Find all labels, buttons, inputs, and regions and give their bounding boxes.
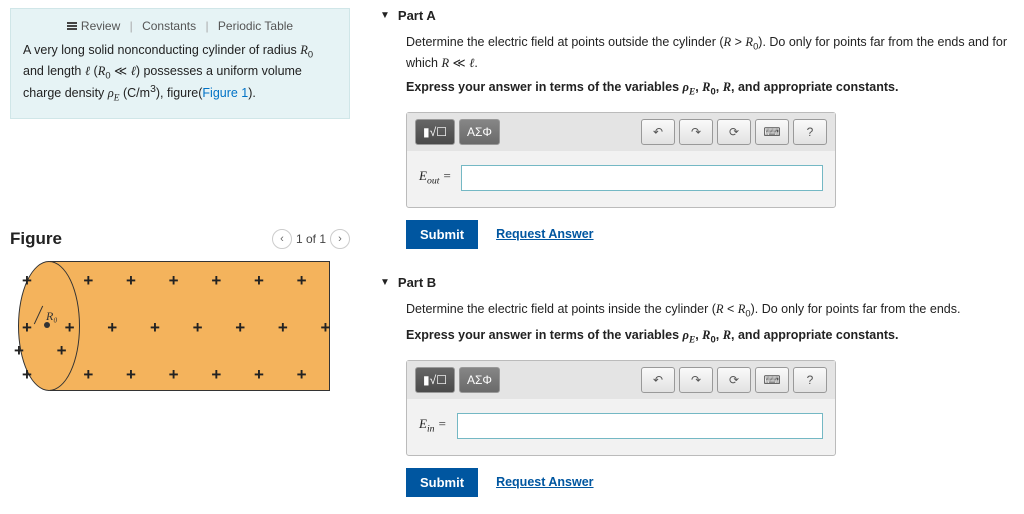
figure-image: R₀ + + + + + + + + + + + + + + + + + + +… (10, 261, 330, 391)
part-b-question: Determine the electric field at points i… (406, 300, 1014, 321)
problem-text: A very long solid nonconducting cylinder… (23, 41, 337, 106)
redo-button-b[interactable]: ↷ (679, 367, 713, 393)
part-b-answer-box: ▮√☐ ΑΣΦ ↶ ↷ ⟳ ⌨ ? Ein = (406, 360, 836, 456)
part-a-submit-button[interactable]: Submit (406, 220, 478, 249)
review-link[interactable]: Review (81, 19, 120, 33)
problem-info-box: Review | Constants | Periodic Table A ve… (10, 8, 350, 119)
part-a-answer-box: ▮√☐ ΑΣΦ ↶ ↷ ⟳ ⌨ ? Eout = (406, 112, 836, 208)
part-b-submit-button[interactable]: Submit (406, 468, 478, 497)
figure-prev-button[interactable]: ‹ (272, 229, 292, 249)
templates-button[interactable]: ▮√☐ (415, 119, 455, 145)
part-b-toggle[interactable]: ▼ (380, 277, 390, 288)
help-button[interactable]: ? (793, 119, 827, 145)
part-a-input[interactable] (461, 165, 823, 191)
list-icon (67, 22, 77, 31)
figure-1-link[interactable]: Figure 1 (202, 86, 248, 100)
part-a-toggle[interactable]: ▼ (380, 10, 390, 21)
part-b-input[interactable] (457, 413, 823, 439)
part-b-label: Ein = (419, 414, 447, 437)
reset-button-b[interactable]: ⟳ (717, 367, 751, 393)
keyboard-button[interactable]: ⌨ (755, 119, 789, 145)
periodic-link[interactable]: Periodic Table (218, 19, 293, 33)
keyboard-button-b[interactable]: ⌨ (755, 367, 789, 393)
part-a-request-answer[interactable]: Request Answer (496, 225, 593, 244)
figure-title: Figure (10, 229, 62, 249)
redo-button[interactable]: ↷ (679, 119, 713, 145)
constants-link[interactable]: Constants (142, 19, 196, 33)
part-a-question: Determine the electric field at points o… (406, 33, 1014, 72)
part-a-label: Eout = (419, 166, 451, 189)
part-b-request-answer[interactable]: Request Answer (496, 473, 593, 492)
undo-button[interactable]: ↶ (641, 119, 675, 145)
reset-button[interactable]: ⟳ (717, 119, 751, 145)
greek-button[interactable]: ΑΣΦ (459, 119, 500, 145)
templates-button-b[interactable]: ▮√☐ (415, 367, 455, 393)
help-button-b[interactable]: ? (793, 367, 827, 393)
figure-next-button[interactable]: › (330, 229, 350, 249)
part-a-title: Part A (398, 8, 436, 23)
part-b-title: Part B (398, 275, 436, 290)
undo-button-b[interactable]: ↶ (641, 367, 675, 393)
greek-button-b[interactable]: ΑΣΦ (459, 367, 500, 393)
part-a-instruction: Express your answer in terms of the vari… (406, 78, 1014, 100)
part-b-instruction: Express your answer in terms of the vari… (406, 326, 1014, 348)
figure-pager-text: 1 of 1 (296, 232, 326, 246)
